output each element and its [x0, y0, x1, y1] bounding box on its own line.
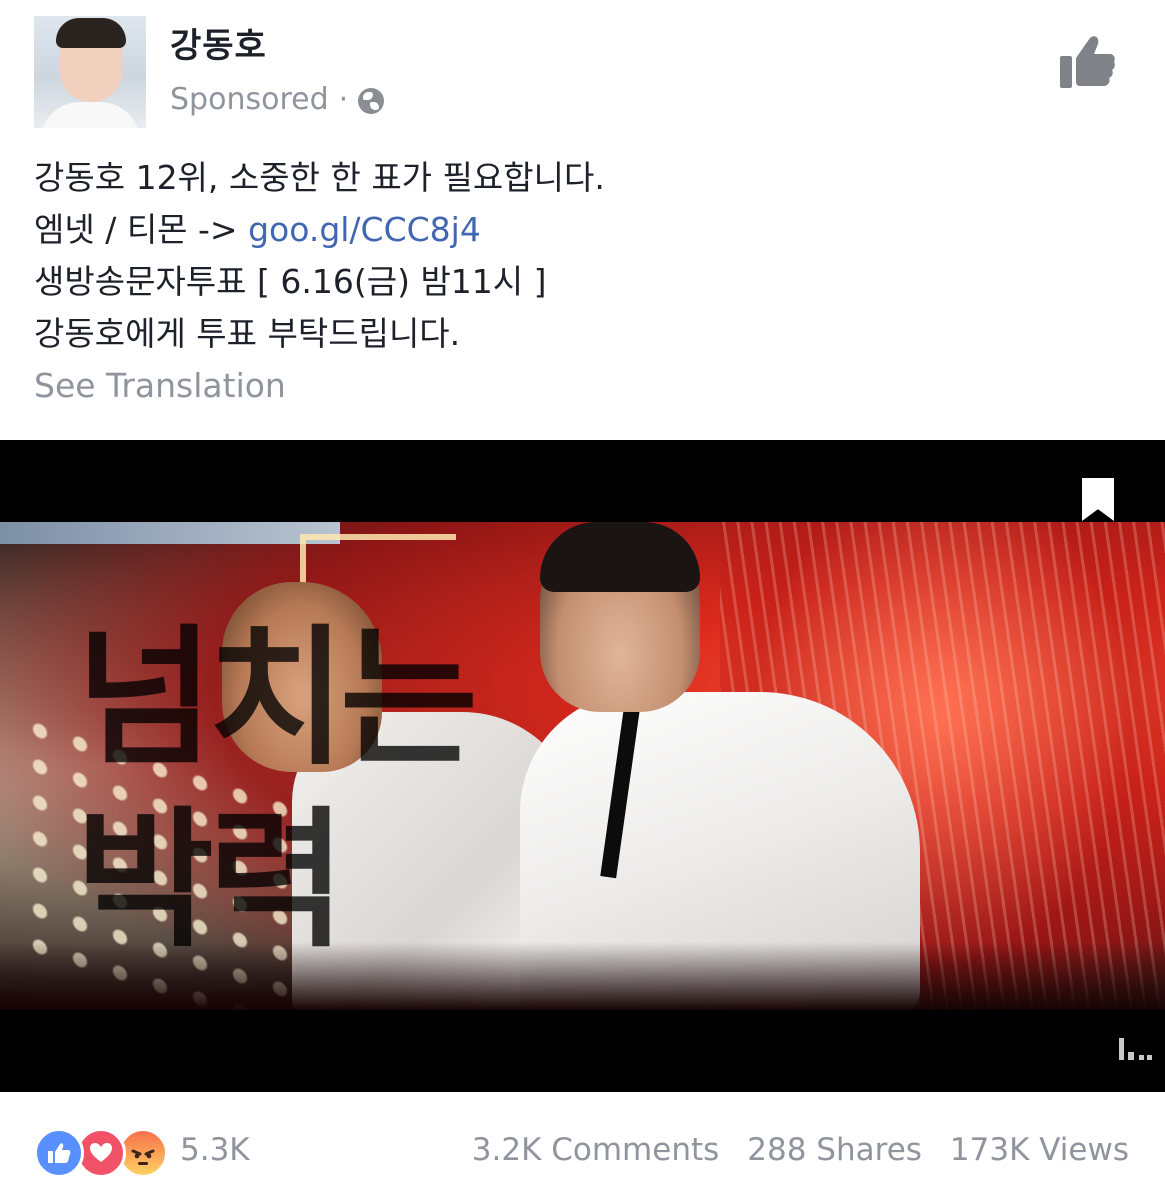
post-line-2: 엠넷 / 티몬 -> goo.gl/CCC8j4: [34, 204, 1134, 256]
reactions-count[interactable]: 5.3K: [180, 1132, 250, 1168]
stage-top: [0, 522, 340, 544]
vote-link[interactable]: goo.gl/CCC8j4: [248, 210, 481, 249]
sponsored-label[interactable]: Sponsored: [170, 82, 329, 117]
post-line-2-text: 엠넷 / 티몬 ->: [34, 210, 249, 249]
shares-count[interactable]: 288 Shares: [747, 1132, 922, 1168]
see-translation-link[interactable]: See Translation: [34, 366, 286, 405]
views-count[interactable]: 173K Views: [950, 1132, 1129, 1168]
bookmark-icon[interactable]: [1080, 476, 1116, 522]
post-footer: 5.3K 3.2K Comments 288 Shares 173K Views: [0, 1110, 1165, 1194]
sponsored-meta: Sponsored ·: [170, 82, 385, 117]
angry-face-glyph: [131, 1149, 155, 1165]
thumbs-up-glyph: [48, 1143, 71, 1163]
post-line-1: 강동호 12위, 소중한 한 표가 필요합니다.: [34, 158, 605, 197]
reaction-icons[interactable]: [34, 1128, 168, 1178]
thumbs-up-icon[interactable]: [1056, 34, 1116, 90]
video-caption-line-2: 박력: [76, 794, 346, 968]
page-name[interactable]: 강동호: [170, 18, 267, 67]
heart-glyph: [90, 1143, 112, 1162]
engagement-stats: 3.2K Comments 288 Shares 173K Views: [472, 1132, 1129, 1168]
performer-right-hair: [540, 522, 700, 592]
page-avatar[interactable]: ​: [34, 16, 146, 128]
video-caption-line-1: 넘치는: [76, 612, 478, 786]
video-frame[interactable]: 넘치는 박력: [0, 522, 1165, 1010]
avatar-hair: [56, 18, 126, 48]
like-reaction-icon: [34, 1128, 84, 1178]
globe-icon[interactable]: [358, 87, 385, 114]
post-header: ​ 강동호 Sponsored ·: [0, 0, 1165, 140]
comments-count[interactable]: 3.2K Comments: [472, 1132, 720, 1168]
post-line-4: 강동호에게 투표 부탁드립니다.: [34, 314, 461, 353]
post-line-3: 생방송문자투표 [ 6.16(금) 밤11시 ]: [34, 262, 547, 301]
meta-separator: ·: [338, 82, 349, 117]
bar-chart-icon[interactable]: [1118, 1036, 1152, 1062]
video-player[interactable]: 넘치는 박력: [0, 440, 1165, 1092]
post-message: 강동호 12위, 소중한 한 표가 필요합니다. 엠넷 / 티몬 -> goo.…: [34, 152, 1134, 360]
video-caption-overlay: 넘치는 박력: [76, 608, 478, 972]
